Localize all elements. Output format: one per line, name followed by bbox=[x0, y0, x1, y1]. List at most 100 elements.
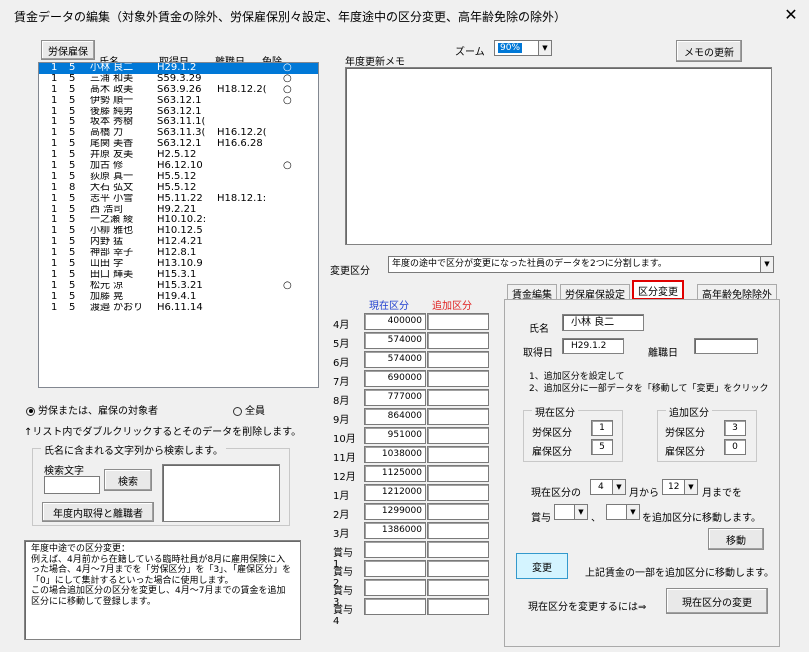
memo-update-button[interactable]: メモの更新 bbox=[676, 40, 742, 62]
additional-wage-input[interactable] bbox=[427, 446, 489, 463]
additional-wage-input[interactable] bbox=[427, 465, 489, 482]
col-category-a: 1 bbox=[51, 171, 58, 182]
additional-wage-input[interactable] bbox=[427, 541, 489, 558]
list-item[interactable]: 1 5 加古 修 H6.12.10 ○ bbox=[39, 161, 318, 172]
employee-name: 伊勢 順一 bbox=[90, 95, 134, 106]
list-item[interactable]: 1 5 小柳 雅也 H10.12.5 bbox=[39, 226, 318, 237]
additional-wage-input[interactable] bbox=[427, 389, 489, 406]
col-category-a: 1 bbox=[51, 193, 58, 204]
current-wage-input[interactable]: 1386000 bbox=[364, 522, 426, 539]
list-item[interactable]: 1 5 渡邉 かおり H6.11.14 bbox=[39, 303, 318, 314]
acquire-date: H19.4.1 bbox=[157, 291, 197, 302]
tab-roho-koho-settings[interactable]: 労保雇保設定 bbox=[560, 284, 630, 301]
change-button[interactable]: 変更 bbox=[516, 553, 568, 579]
radio-all-option[interactable]: 全員 bbox=[233, 402, 265, 417]
list-item[interactable]: 1 5 神部 幸子 H12.8.1 bbox=[39, 248, 318, 259]
current-wage-input[interactable]: 574000 bbox=[364, 351, 426, 368]
range-to-select[interactable]: 12 ▼ bbox=[662, 479, 698, 495]
add-roho-input[interactable]: 3 bbox=[724, 420, 746, 436]
acquire-date: S63.12.1 bbox=[157, 106, 202, 117]
search-button[interactable]: 検索 bbox=[104, 469, 152, 491]
additional-wage-input[interactable] bbox=[427, 598, 489, 615]
list-item[interactable]: 1 5 坂本 秀樹 S63.11.1( bbox=[39, 117, 318, 128]
fiscal-year-button[interactable]: 年度内取得と離職者 bbox=[42, 502, 154, 522]
additional-wage-input[interactable] bbox=[427, 503, 489, 520]
current-wage-input[interactable]: 400000 bbox=[364, 313, 426, 330]
additional-wage-input[interactable] bbox=[427, 427, 489, 444]
search-input[interactable] bbox=[44, 476, 100, 494]
list-item[interactable]: 1 5 伊勢 順一 S63.12.1 ○ bbox=[39, 96, 318, 107]
change-select[interactable]: 年度の途中で区分が変更になった社員のデータを2つに分割します。 ▼ bbox=[388, 256, 774, 273]
current-wage-input[interactable] bbox=[364, 541, 426, 558]
additional-wage-input[interactable] bbox=[427, 484, 489, 501]
acquire-date: H15.3.1 bbox=[157, 269, 197, 280]
additional-wage-input[interactable] bbox=[427, 408, 489, 425]
leave-date: H16.6.28 bbox=[217, 139, 263, 150]
employee-name: 大石 弘文 bbox=[90, 182, 134, 193]
roho-koho-button[interactable]: 労保雇保 bbox=[41, 40, 95, 60]
additional-wage-input[interactable] bbox=[427, 579, 489, 596]
current-wage-input[interactable]: 864000 bbox=[364, 408, 426, 425]
current-wage-input[interactable]: 951000 bbox=[364, 427, 426, 444]
list-item[interactable]: 1 5 加藤 晃 H19.4.1 bbox=[39, 292, 318, 303]
tab-elderly-exempt[interactable]: 高年齢免除除外 bbox=[697, 284, 777, 301]
current-koho-input[interactable]: 5 bbox=[591, 439, 613, 455]
range-from-value: 4 bbox=[598, 482, 604, 492]
close-icon[interactable]: ✕ bbox=[780, 4, 802, 26]
additional-wage-input[interactable] bbox=[427, 370, 489, 387]
memo-textarea[interactable] bbox=[345, 67, 772, 245]
list-item[interactable]: 15 西 浩司 H9.2.21 bbox=[39, 205, 318, 216]
tab-category-change[interactable]: 区分変更 bbox=[632, 280, 684, 300]
additional-wage-input[interactable] bbox=[427, 560, 489, 577]
month-label: 7月 bbox=[333, 377, 350, 388]
list-item[interactable]: 1 5 荻原 真一 H5.5.12 bbox=[39, 172, 318, 183]
employee-name: 小林 良二 bbox=[90, 63, 134, 73]
list-item[interactable]: 1 5 尾関 美香 S63.12.1 H16.6.28 bbox=[39, 139, 318, 150]
list-item[interactable]: 1 5 髙木 政美 S63.9.26 H18.12.2(○ bbox=[39, 85, 318, 96]
month-label: 賞与4 bbox=[333, 605, 353, 627]
current-wage-input[interactable]: 1299000 bbox=[364, 503, 426, 520]
bonus-from-select[interactable]: ▼ bbox=[554, 504, 588, 520]
col-category-b: 5 bbox=[69, 291, 76, 302]
current-wage-input[interactable]: 1212000 bbox=[364, 484, 426, 501]
additional-wage-input[interactable] bbox=[427, 313, 489, 330]
list-item[interactable]: 1 5 志平 小雪 H5.11.22 H18.12.1: bbox=[39, 194, 318, 205]
change-value: 年度の途中で区分が変更になった社員のデータを2つに分割します。 bbox=[392, 259, 667, 269]
radio-target-option[interactable]: 労保または、雇保の対象者 bbox=[26, 402, 158, 417]
current-wage-input[interactable]: 1125000 bbox=[364, 465, 426, 482]
move-button[interactable]: 移動 bbox=[708, 528, 764, 550]
additional-wage-input[interactable] bbox=[427, 332, 489, 349]
current-wage-input[interactable]: 1038000 bbox=[364, 446, 426, 463]
radio-target-label: 労保または、雇保の対象者 bbox=[38, 406, 158, 417]
bonus-to-select[interactable]: ▼ bbox=[606, 504, 640, 520]
employee-name: 井原 友美 bbox=[90, 150, 134, 161]
list-item[interactable]: 1 5 後藤 純男 S63.12.1 bbox=[39, 107, 318, 118]
list-item[interactable]: 1 5 三浦 和美 S59.3.29 ○ bbox=[39, 74, 318, 85]
additional-wage-input[interactable] bbox=[427, 351, 489, 368]
current-wage-input[interactable] bbox=[364, 598, 426, 615]
list-item[interactable]: 1 5 山田 学 H13.10.9 bbox=[39, 259, 318, 270]
current-wage-input[interactable] bbox=[364, 579, 426, 596]
tab-wage-edit[interactable]: 賃金編集 bbox=[507, 284, 557, 301]
current-roho-input[interactable]: 1 bbox=[591, 420, 613, 436]
search-results-box[interactable] bbox=[162, 464, 280, 522]
list-item[interactable]: 1 5 小林 良二 H29.1.2 ○ bbox=[39, 63, 318, 74]
additional-wage-input[interactable] bbox=[427, 522, 489, 539]
add-koho-input[interactable]: 0 bbox=[724, 439, 746, 455]
current-category-change-button[interactable]: 現在区分の変更 bbox=[666, 588, 768, 614]
zoom-select[interactable]: 90% ▼ bbox=[494, 40, 552, 56]
list-item[interactable]: 1 5 松元 涼 H15.3.21 ○ bbox=[39, 281, 318, 292]
current-wage-input[interactable]: 574000 bbox=[364, 332, 426, 349]
current-wage-input[interactable]: 777000 bbox=[364, 389, 426, 406]
list-item[interactable]: 1 5 田口 輝美 H15.3.1 bbox=[39, 270, 318, 281]
current-wage-input[interactable]: 690000 bbox=[364, 370, 426, 387]
list-item[interactable]: 1 5 一之瀬 綾 H10.10.2: bbox=[39, 215, 318, 226]
list-item[interactable]: 1 8 大石 弘文 H5.5.12 bbox=[39, 183, 318, 194]
month-label: 6月 bbox=[333, 358, 350, 369]
list-item[interactable]: 1 5 内野 猛 H12.4.21 bbox=[39, 237, 318, 248]
current-wage-input[interactable] bbox=[364, 560, 426, 577]
range-from-select[interactable]: 4 ▼ bbox=[590, 479, 626, 495]
list-item[interactable]: 1 5 井原 友美 H2.5.12 bbox=[39, 150, 318, 161]
list-item[interactable]: 1 5 高橋 力 S63.11.3(H16.12.2( bbox=[39, 128, 318, 139]
employee-list[interactable]: 1 5 小林 良二 H29.1.2 ○ 1 5 三浦 和美 S59.3.29 ○ 1 5 髙木 政美 S6… bbox=[38, 62, 319, 388]
